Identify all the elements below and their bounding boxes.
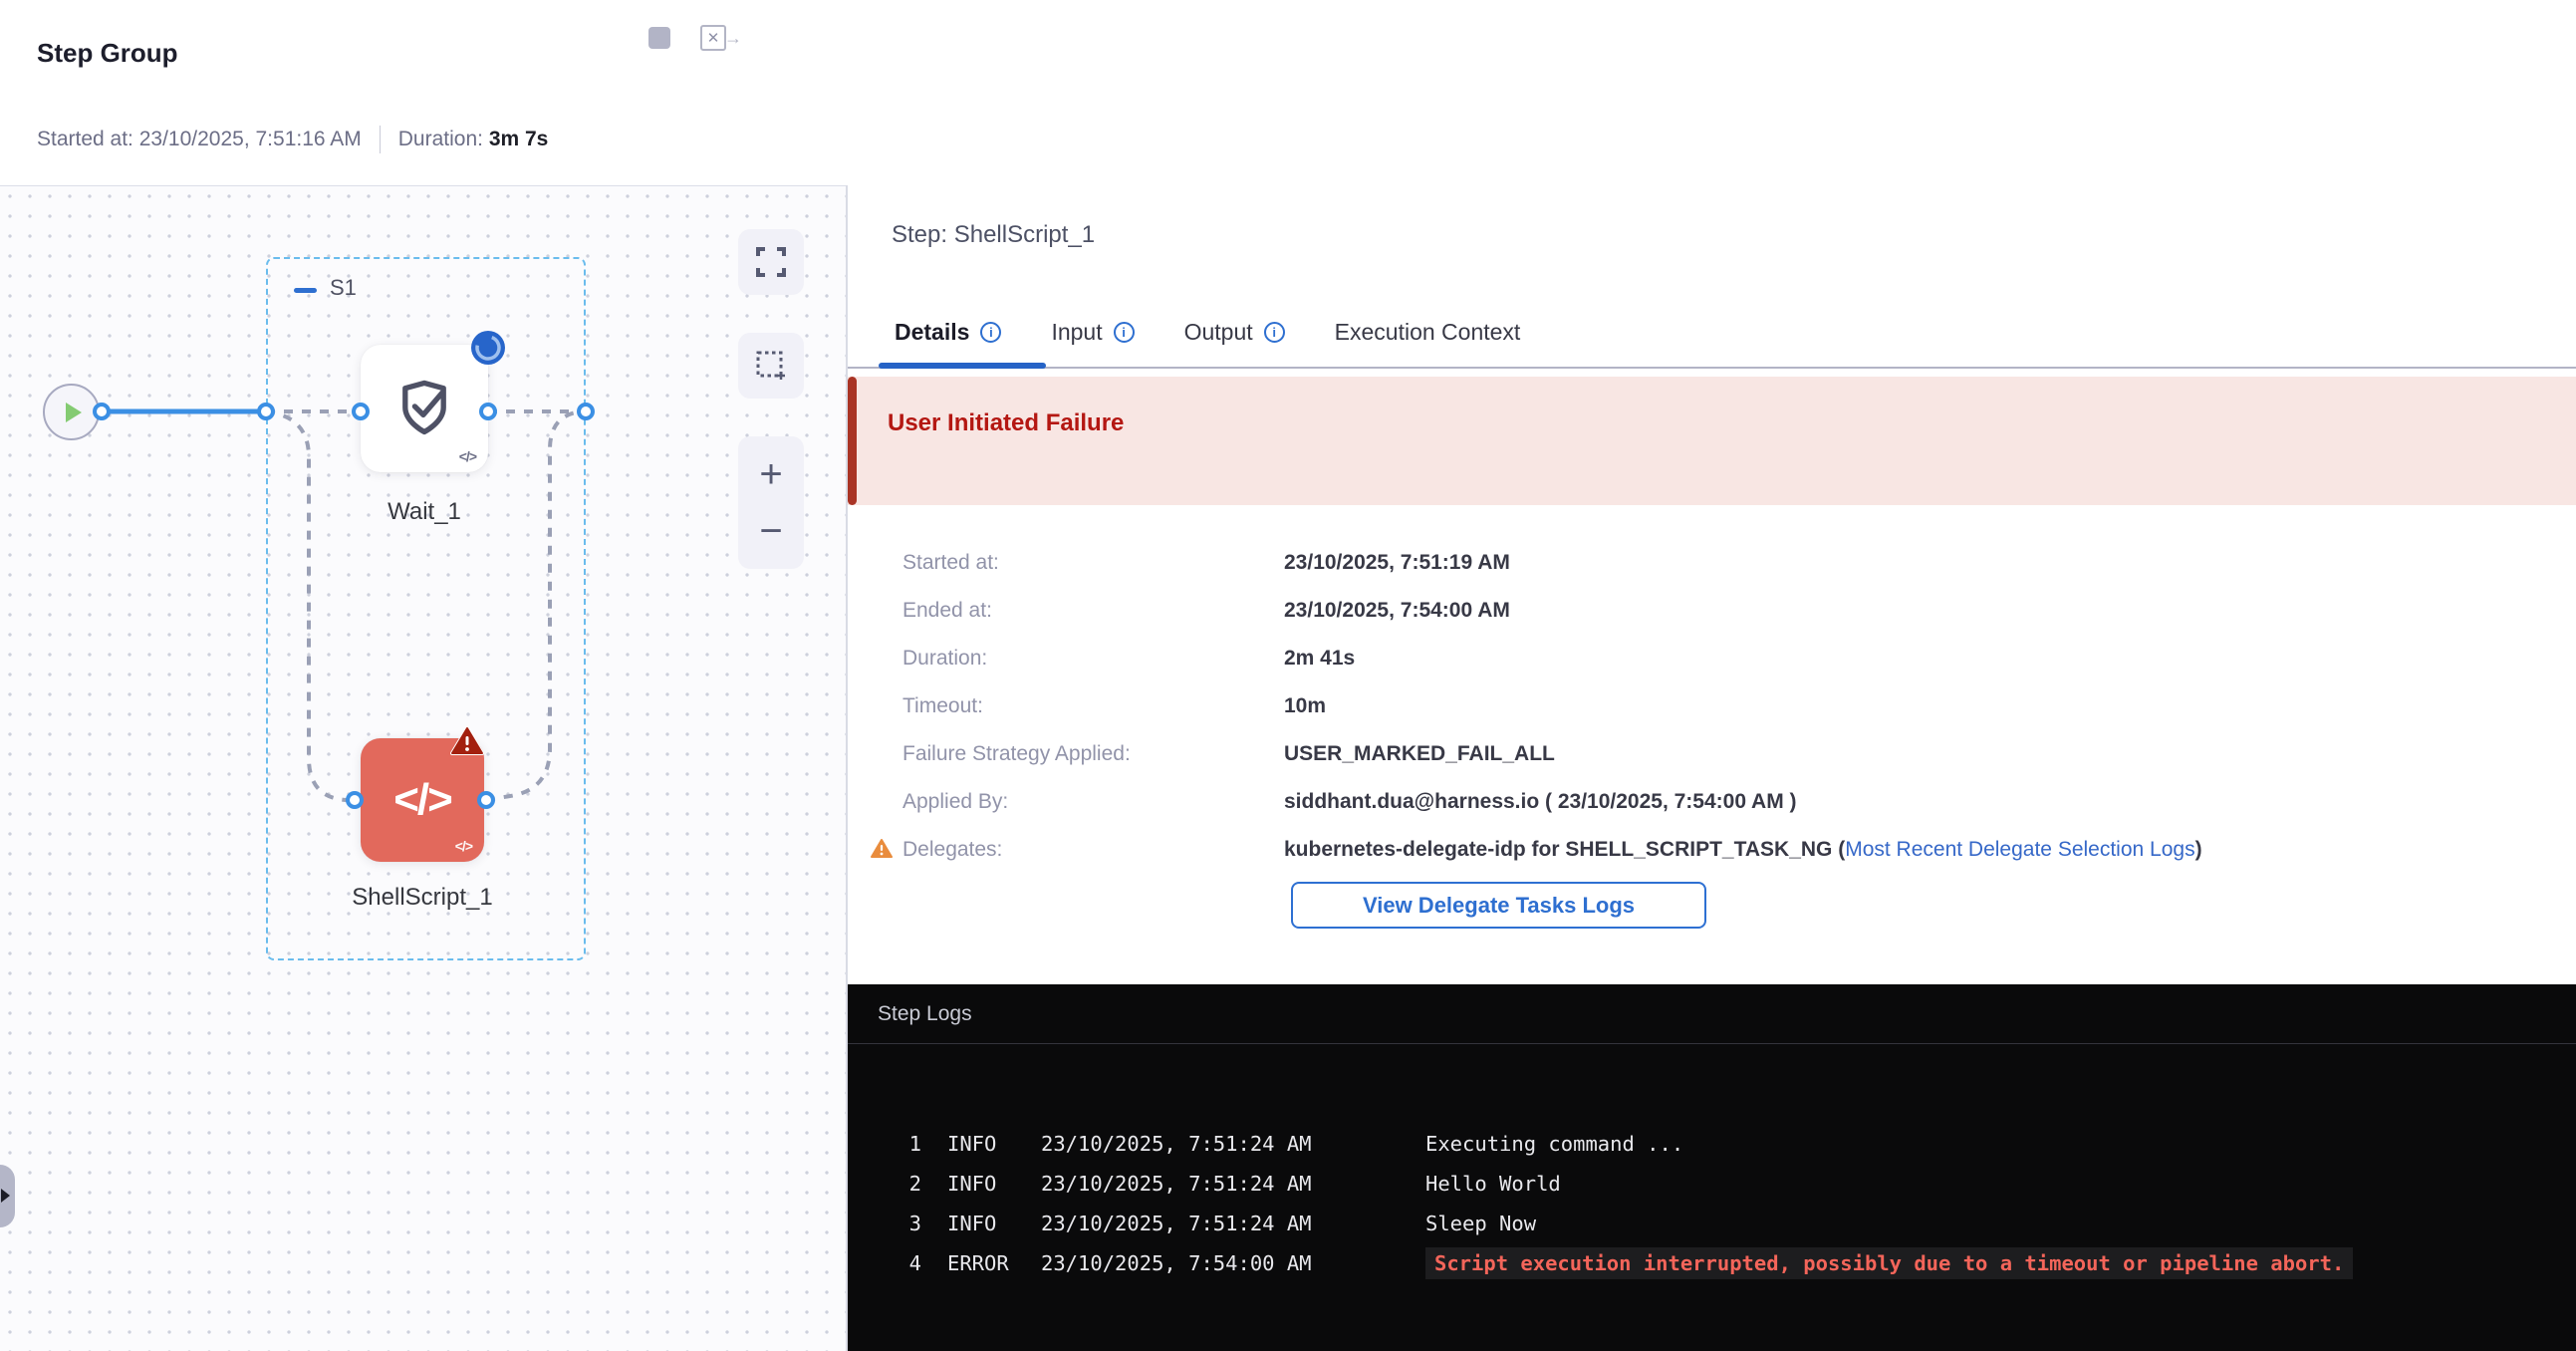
tab-bar: Details i Input i Output i Execution Con… [848, 297, 2576, 369]
zoom-in-icon[interactable]: + [759, 459, 782, 489]
tab-output[interactable]: Output i [1184, 319, 1285, 346]
detail-row: Applied By: siddhant.dua@harness.io ( 23… [902, 778, 2202, 826]
connector-dot [257, 403, 275, 420]
detail-row: Duration: 2m 41s [902, 635, 2202, 682]
info-icon[interactable]: i [1114, 322, 1135, 343]
code-glyph-icon: </> [455, 838, 472, 854]
canvas-controls: + − [738, 229, 804, 607]
detail-row: Started at: 23/10/2025, 7:51:19 AM [902, 539, 2202, 587]
log-line: 1INFO23/10/2025, 7:51:24 AMExecuting com… [848, 1124, 2576, 1164]
connector-dot [352, 403, 370, 420]
failure-status-badge [448, 724, 486, 758]
info-icon[interactable]: i [980, 322, 1001, 343]
expand-left-panel-handle[interactable] [0, 1165, 15, 1227]
duration-value: 3m 7s [489, 128, 549, 150]
delegate-selection-logs-link[interactable]: Most Recent Delegate Selection Logs [1845, 838, 2194, 861]
failure-message: User Initiated Failure [888, 409, 1124, 437]
log-console[interactable]: 1INFO23/10/2025, 7:51:24 AMExecuting com… [848, 1044, 2576, 1283]
pipeline-execution-view: Step Group ✕ → Started at: 23/10/2025, 7… [0, 0, 2576, 1351]
active-tab-underline [879, 363, 1046, 369]
connector-dot [477, 791, 495, 809]
detail-row: Timeout: 10m [902, 682, 2202, 730]
chevron-right-icon [1, 1189, 10, 1203]
log-line-error: 4ERROR23/10/2025, 7:54:00 AMScript execu… [848, 1243, 2576, 1283]
detail-row: Ended at: 23/10/2025, 7:54:00 AM [902, 587, 2202, 635]
fullscreen-icon [755, 246, 787, 278]
duration-text: Duration: 3m 7s [398, 128, 549, 151]
view-delegate-tasks-logs-button[interactable]: View Delegate Tasks Logs [1291, 882, 1706, 929]
marquee-select-button[interactable] [738, 333, 804, 399]
group-label: S1 [330, 275, 357, 301]
step-details-panel: Step: ShellScript_1 Details i Input i Ou… [848, 185, 2576, 1351]
step-logs-section: Step Logs 1INFO23/10/2025, 7:51:24 AMExe… [848, 984, 2576, 1351]
abort-exit-icon[interactable]: ✕ → [700, 25, 726, 51]
step-group-header: Step Group ✕ → Started at: 23/10/2025, 7… [0, 0, 2576, 185]
page-title: Step Group [37, 38, 178, 69]
node-label-wait-1: Wait_1 [361, 498, 488, 526]
node-label-shellscript-1: ShellScript_1 [331, 884, 514, 912]
code-glyph-icon: </> [459, 448, 476, 464]
fit-to-screen-button[interactable] [738, 229, 804, 295]
connector-dot [479, 403, 497, 420]
log-line: 3INFO23/10/2025, 7:51:24 AMSleep Now [848, 1204, 2576, 1243]
detail-row-delegates: Delegates: kubernetes-delegate-idp for S… [902, 826, 2202, 874]
execution-meta: Started at: 23/10/2025, 7:51:16 AM Durat… [37, 126, 548, 153]
shell-script-icon: </> [393, 775, 451, 825]
stop-icon[interactable] [648, 27, 670, 49]
collapse-group-icon[interactable] [294, 288, 317, 293]
log-line: 2INFO23/10/2025, 7:51:24 AMHello World [848, 1164, 2576, 1204]
play-icon [66, 403, 82, 422]
zoom-out-icon[interactable]: − [759, 516, 782, 546]
connector-dot [93, 403, 111, 420]
connector-dot [346, 791, 364, 809]
start-node[interactable] [43, 384, 100, 440]
failure-banner: User Initiated Failure [848, 377, 2576, 505]
warning-icon [870, 838, 894, 859]
failure-banner-accent [848, 377, 857, 505]
info-icon[interactable]: i [1264, 322, 1285, 343]
tab-execution-context[interactable]: Execution Context [1335, 319, 1521, 346]
close-icon: ✕ [702, 27, 724, 49]
meta-divider [380, 126, 381, 153]
running-status-badge [470, 330, 506, 366]
selection-box-icon [754, 349, 788, 383]
tab-details[interactable]: Details i [895, 319, 1001, 346]
shield-check-icon [392, 377, 456, 440]
detail-row: Failure Strategy Applied: USER_MARKED_FA… [902, 730, 2202, 778]
step-logs-title: Step Logs [848, 984, 2576, 1044]
arrow-right-icon: → [724, 28, 742, 49]
zoom-button-group: + − [738, 436, 804, 569]
step-details-list: Started at: 23/10/2025, 7:51:19 AM Ended… [902, 539, 2202, 874]
tab-input[interactable]: Input i [1051, 319, 1134, 346]
step-title: Step: ShellScript_1 [892, 221, 1095, 249]
node-wait-1[interactable]: </> [361, 345, 488, 472]
connector-dot [577, 403, 595, 420]
pipeline-graph-canvas[interactable]: S1 </> Wait_1 </> </> She [0, 185, 846, 1351]
started-at-text: Started at: 23/10/2025, 7:51:16 AM [37, 128, 362, 151]
